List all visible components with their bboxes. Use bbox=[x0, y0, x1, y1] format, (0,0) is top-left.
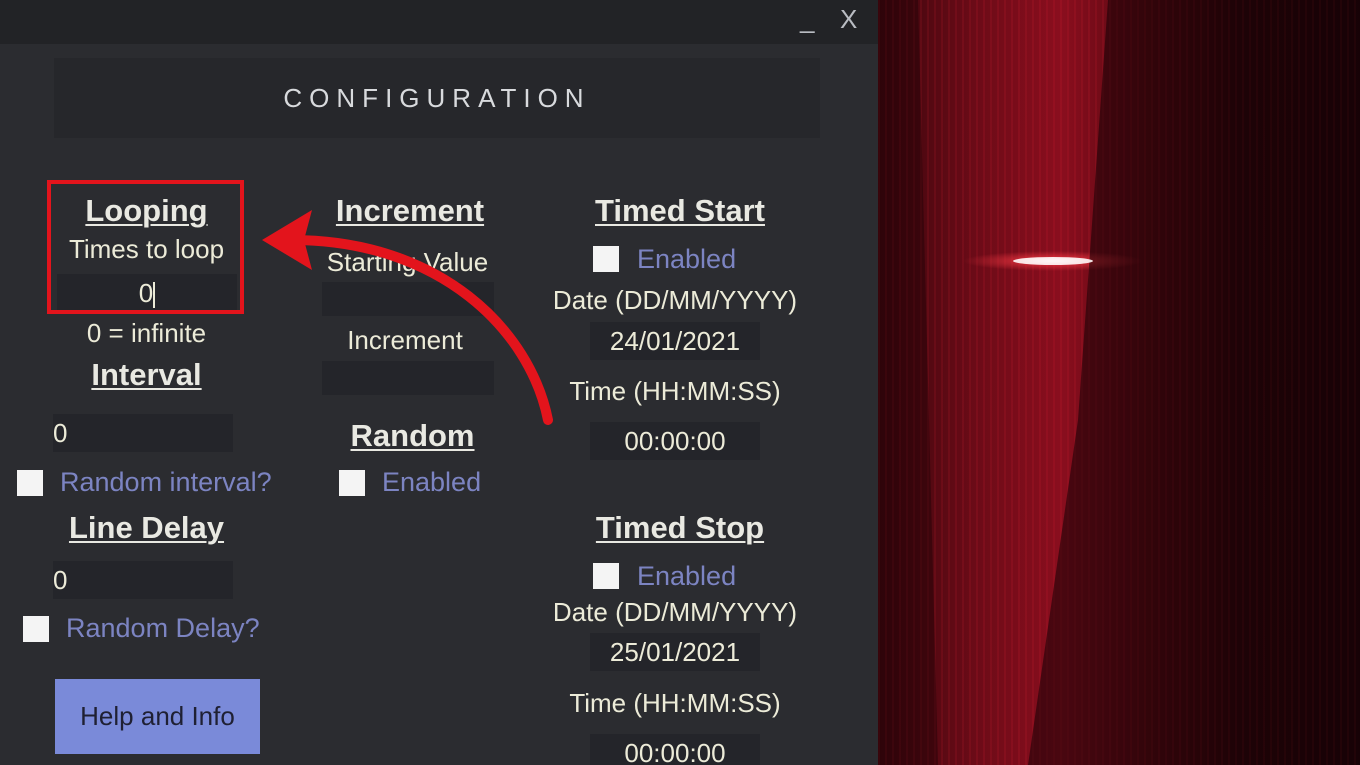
annotation-arrow-curve bbox=[287, 235, 553, 425]
configuration-window: _ X CONFIGURATION Looping Times to loop … bbox=[0, 0, 878, 765]
curtain-shading bbox=[878, 0, 1360, 765]
annotation-arrow bbox=[262, 210, 553, 425]
desktop-background-red-curtain bbox=[878, 0, 1360, 765]
